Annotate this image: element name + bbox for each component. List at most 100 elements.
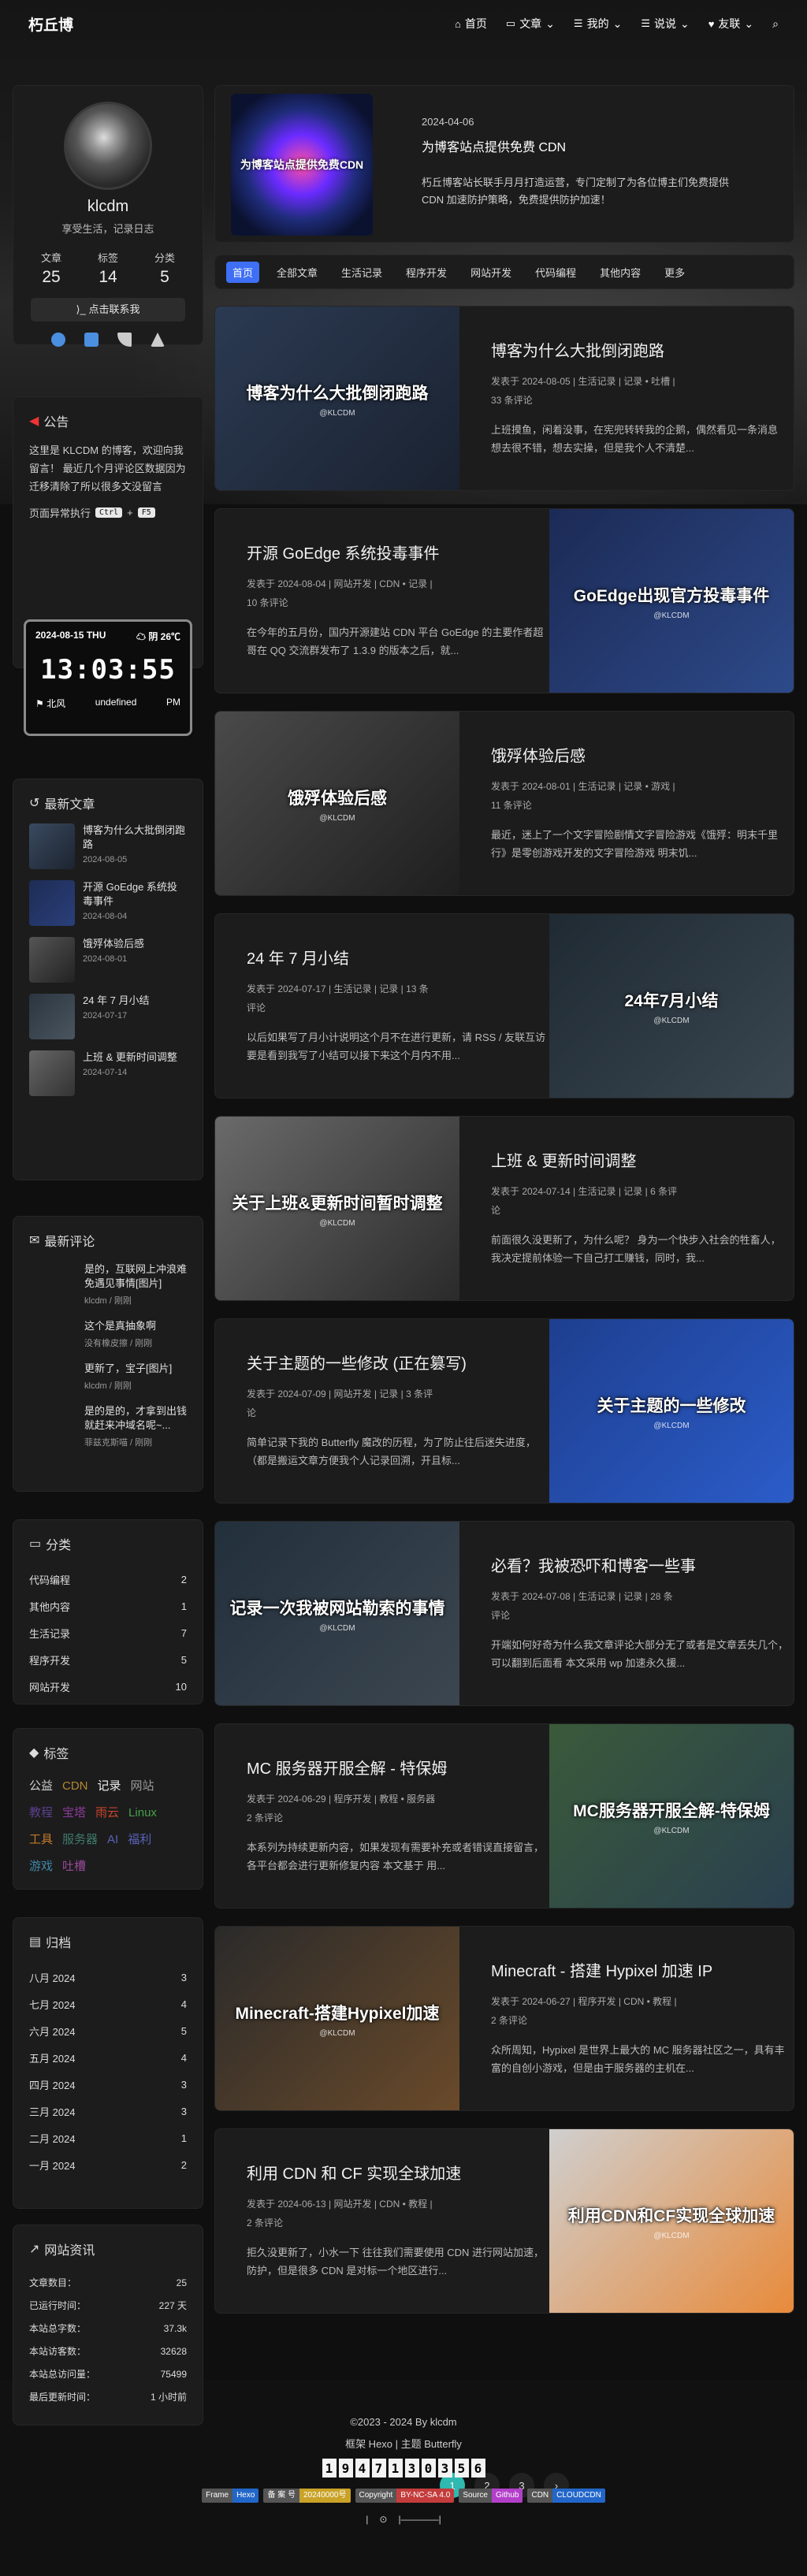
recent-post-title[interactable]: 24 年 7 月小结 [83, 994, 150, 1008]
post-comment-count[interactable]: 2 条评论 [491, 2015, 527, 2026]
recent-post-item[interactable]: 24 年 7 月小结 2024-07-17 [13, 994, 203, 1039]
recent-post-title[interactable]: 饿殍体验后感 [83, 937, 144, 951]
comment-text[interactable]: 更新了，宝子[图片] [84, 1362, 187, 1376]
tag-item[interactable]: 宝塔 [62, 1800, 86, 1827]
post-thumbnail[interactable] [29, 994, 75, 1039]
recent-post-item[interactable]: 上班 & 更新时间调整 2024-07-14 [13, 1050, 203, 1096]
stat-tags[interactable]: 标签 14 [98, 250, 118, 287]
featured-post[interactable]: 为博客站点提供免费CDN 2024-04-06 为博客站点提供免费 CDN 朽丘… [214, 85, 794, 243]
tag-item[interactable]: CDN [62, 1773, 88, 1800]
comment-item[interactable]: 这个是真抽象啊 没有橡皮擦 / 刚刚 [13, 1319, 203, 1349]
post-cover[interactable]: 关于上班&更新时间暂时调整 @KLCDM [215, 1117, 459, 1300]
post-card[interactable]: 记录一次我被网站勒索的事情 @KLCDM 必看？我被恐吓和博客一些事 发表于 2024… [214, 1521, 794, 1706]
post-comment-count[interactable]: 2 条评论 [247, 2217, 283, 2228]
post-cover[interactable]: GoEdge出现官方投毒事件 @KLCDM [549, 509, 794, 693]
recent-post-item[interactable]: 饿殍体验后感 2024-08-01 [13, 937, 203, 983]
post-card[interactable]: Minecraft-搭建Hypixel加速 @KLCDM Minecraft - 搭… [214, 1926, 794, 2111]
post-card[interactable]: GoEdge出现官方投毒事件 @KLCDM 开源 GoEdge 系统投毒事件 发表于 … [214, 508, 794, 693]
footer-badge[interactable]: CDN CLOUDCDN [527, 2489, 605, 2503]
tag-item[interactable]: 福利 [128, 1827, 151, 1853]
post-thumbnail[interactable] [29, 880, 75, 926]
tab-home[interactable]: 首页 [226, 261, 260, 283]
featured-image[interactable]: 为博客站点提供免费CDN [231, 94, 373, 236]
post-cover[interactable]: 利用CDN和CF实现全球加速 @KLCDM [549, 2129, 794, 2313]
post-thumbnail[interactable] [29, 823, 75, 869]
tag-item[interactable]: 教程 [29, 1800, 53, 1827]
nav-talks[interactable]: ☰ 说说 ⌄ [641, 16, 689, 32]
comment-text[interactable]: 这个是真抽象啊 [84, 1319, 187, 1333]
tab-code[interactable]: 代码编程 [529, 262, 582, 283]
post-cover[interactable]: 博客为什么大批倒闭跑路 @KLCDM [215, 307, 459, 490]
featured-title[interactable]: 为博客站点提供免费 CDN [422, 136, 566, 155]
tab-web[interactable]: 网站开发 [464, 262, 518, 283]
post-card[interactable]: 关于上班&更新时间暂时调整 @KLCDM 上班 & 更新时间调整 发表于 2024-0… [214, 1116, 794, 1301]
post-comment-count[interactable]: 评论 [491, 1610, 510, 1621]
tab-all[interactable]: 全部文章 [270, 262, 324, 283]
comment-item[interactable]: 是的是的，才拿到出钱就赶来冲域名呢~... 菲兹克斯喵 / 刚刚 [13, 1404, 203, 1448]
tab-life[interactable]: 生活记录 [335, 262, 389, 283]
recent-post-title[interactable]: 开源 GoEdge 系统投毒事件 [83, 880, 187, 909]
tag-item[interactable]: Linux [128, 1800, 157, 1827]
tag-item[interactable]: 游戏 [29, 1853, 53, 1880]
post-title[interactable]: Minecraft - 搭建 Hypixel 加速 IP [491, 1958, 790, 1981]
post-cover[interactable]: MC服务器开服全解-特保姆 @KLCDM [549, 1724, 794, 1908]
comment-text[interactable]: 是的，互联网上冲浪难免遇见事情[图片] [84, 1262, 187, 1291]
site-brand[interactable]: 朽丘博 [28, 13, 73, 35]
post-title[interactable]: 必看？我被恐吓和博客一些事 [491, 1553, 790, 1576]
contact-button[interactable]: ⟩_ 点击联系我 [31, 298, 185, 322]
email-icon[interactable] [84, 333, 99, 347]
footer-badge[interactable]: Frame Hexo [202, 2489, 259, 2503]
archive-item[interactable]: 八月 2024 3 [29, 1964, 187, 1991]
footer-badge[interactable]: 备 案 号 20240000号 [263, 2489, 351, 2503]
category-item[interactable]: 网站开发 10 [29, 1673, 187, 1700]
recent-post-title[interactable]: 博客为什么大批倒闭跑路 [83, 823, 187, 852]
post-title[interactable]: 开源 GoEdge 系统投毒事件 [247, 541, 546, 563]
archive-item[interactable]: 五月 2024 4 [29, 2044, 187, 2071]
tag-item[interactable]: 记录 [98, 1773, 121, 1800]
tag-item[interactable]: 网站 [131, 1773, 154, 1800]
tag-item[interactable]: 吐槽 [62, 1853, 86, 1880]
tab-more[interactable]: 更多 [658, 262, 691, 283]
category-item[interactable]: 生活记录 7 [29, 1619, 187, 1646]
nav-friends[interactable]: ♥ 友联 ⌄ [708, 16, 753, 32]
archive-item[interactable]: 六月 2024 5 [29, 2017, 187, 2044]
post-card[interactable]: MC服务器开服全解-特保姆 @KLCDM MC 服务器开服全解 - 特保姆 发表于 2… [214, 1723, 794, 1909]
post-comment-count[interactable]: 评论 [247, 1002, 266, 1013]
archive-item[interactable]: 三月 2024 3 [29, 2098, 187, 2124]
stat-posts[interactable]: 文章 25 [41, 250, 61, 287]
rss-icon[interactable] [117, 333, 132, 347]
tag-item[interactable]: 工具 [29, 1827, 53, 1853]
nav-articles[interactable]: ▭ 文章 ⌄ [506, 16, 555, 32]
sitemap-icon[interactable] [151, 333, 165, 347]
recent-post-item[interactable]: 博客为什么大批倒闭跑路 2024-08-05 [13, 823, 203, 869]
post-comment-count[interactable]: 论 [247, 1407, 256, 1418]
post-cover[interactable]: 关于主题的一些修改 @KLCDM [549, 1319, 794, 1503]
post-title[interactable]: 博客为什么大批倒闭跑路 [491, 338, 790, 361]
search-button[interactable]: ⌕ [772, 17, 779, 31]
post-title[interactable]: 饿殍体验后感 [491, 743, 790, 766]
post-title[interactable]: MC 服务器开服全解 - 特保姆 [247, 1756, 546, 1779]
post-cover[interactable]: 24年7月小结 @KLCDM [549, 914, 794, 1098]
post-title[interactable]: 24 年 7 月小结 [247, 946, 546, 968]
footer-badge[interactable]: Copyright BY-NC-SA 4.0 [355, 2489, 455, 2503]
stat-categories[interactable]: 分类 5 [154, 250, 175, 287]
post-card[interactable]: 24年7月小结 @KLCDM 24 年 7 月小结 发表于 2024-07-17 | … [214, 913, 794, 1098]
post-title[interactable]: 关于主题的一些修改 (正在篡写) [247, 1351, 546, 1373]
post-cover[interactable]: 记录一次我被网站勒索的事情 @KLCDM [215, 1522, 459, 1705]
archive-item[interactable]: 四月 2024 3 [29, 2071, 187, 2098]
recent-post-title[interactable]: 上班 & 更新时间调整 [83, 1050, 177, 1065]
tag-item[interactable]: AI [107, 1827, 118, 1853]
nav-mine[interactable]: ☰ 我的 ⌄ [574, 16, 622, 32]
post-cover[interactable]: 饿殍体验后感 @KLCDM [215, 712, 459, 895]
footer-badge[interactable]: Source Github [459, 2489, 523, 2503]
post-title[interactable]: 上班 & 更新时间调整 [491, 1148, 790, 1171]
post-title[interactable]: 利用 CDN 和 CF 实现全球加速 [247, 2161, 546, 2184]
comment-item[interactable]: 是的，互联网上冲浪难免遇见事情[图片] klcdm / 刚刚 [13, 1262, 203, 1307]
post-comment-count[interactable]: 10 条评论 [247, 597, 288, 608]
archive-item[interactable]: 二月 2024 1 [29, 2124, 187, 2151]
post-comment-count[interactable]: 11 条评论 [491, 800, 532, 811]
recent-post-item[interactable]: 开源 GoEdge 系统投毒事件 2024-08-04 [13, 880, 203, 926]
post-card[interactable]: 饿殍体验后感 @KLCDM 饿殍体验后感 发表于 2024-08-01 | 生活记录 … [214, 711, 794, 896]
archive-item[interactable]: 一月 2024 2 [29, 2151, 187, 2178]
tab-programming[interactable]: 程序开发 [400, 262, 453, 283]
